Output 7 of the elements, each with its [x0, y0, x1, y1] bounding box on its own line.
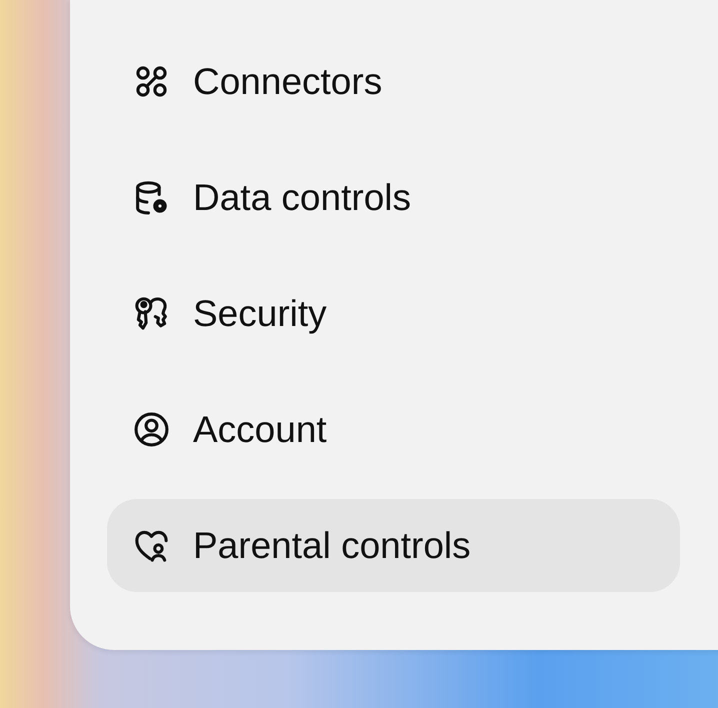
keys-icon — [133, 295, 170, 332]
user-circle-icon — [133, 411, 170, 448]
menu-item[interactable]: Security — [107, 267, 680, 360]
menu-item[interactable]: Connectors — [107, 35, 680, 128]
menu-item[interactable]: Account — [107, 383, 680, 476]
menu-item[interactable]: Parental controls — [107, 499, 680, 592]
menu-item[interactable]: Data controls — [107, 151, 680, 244]
